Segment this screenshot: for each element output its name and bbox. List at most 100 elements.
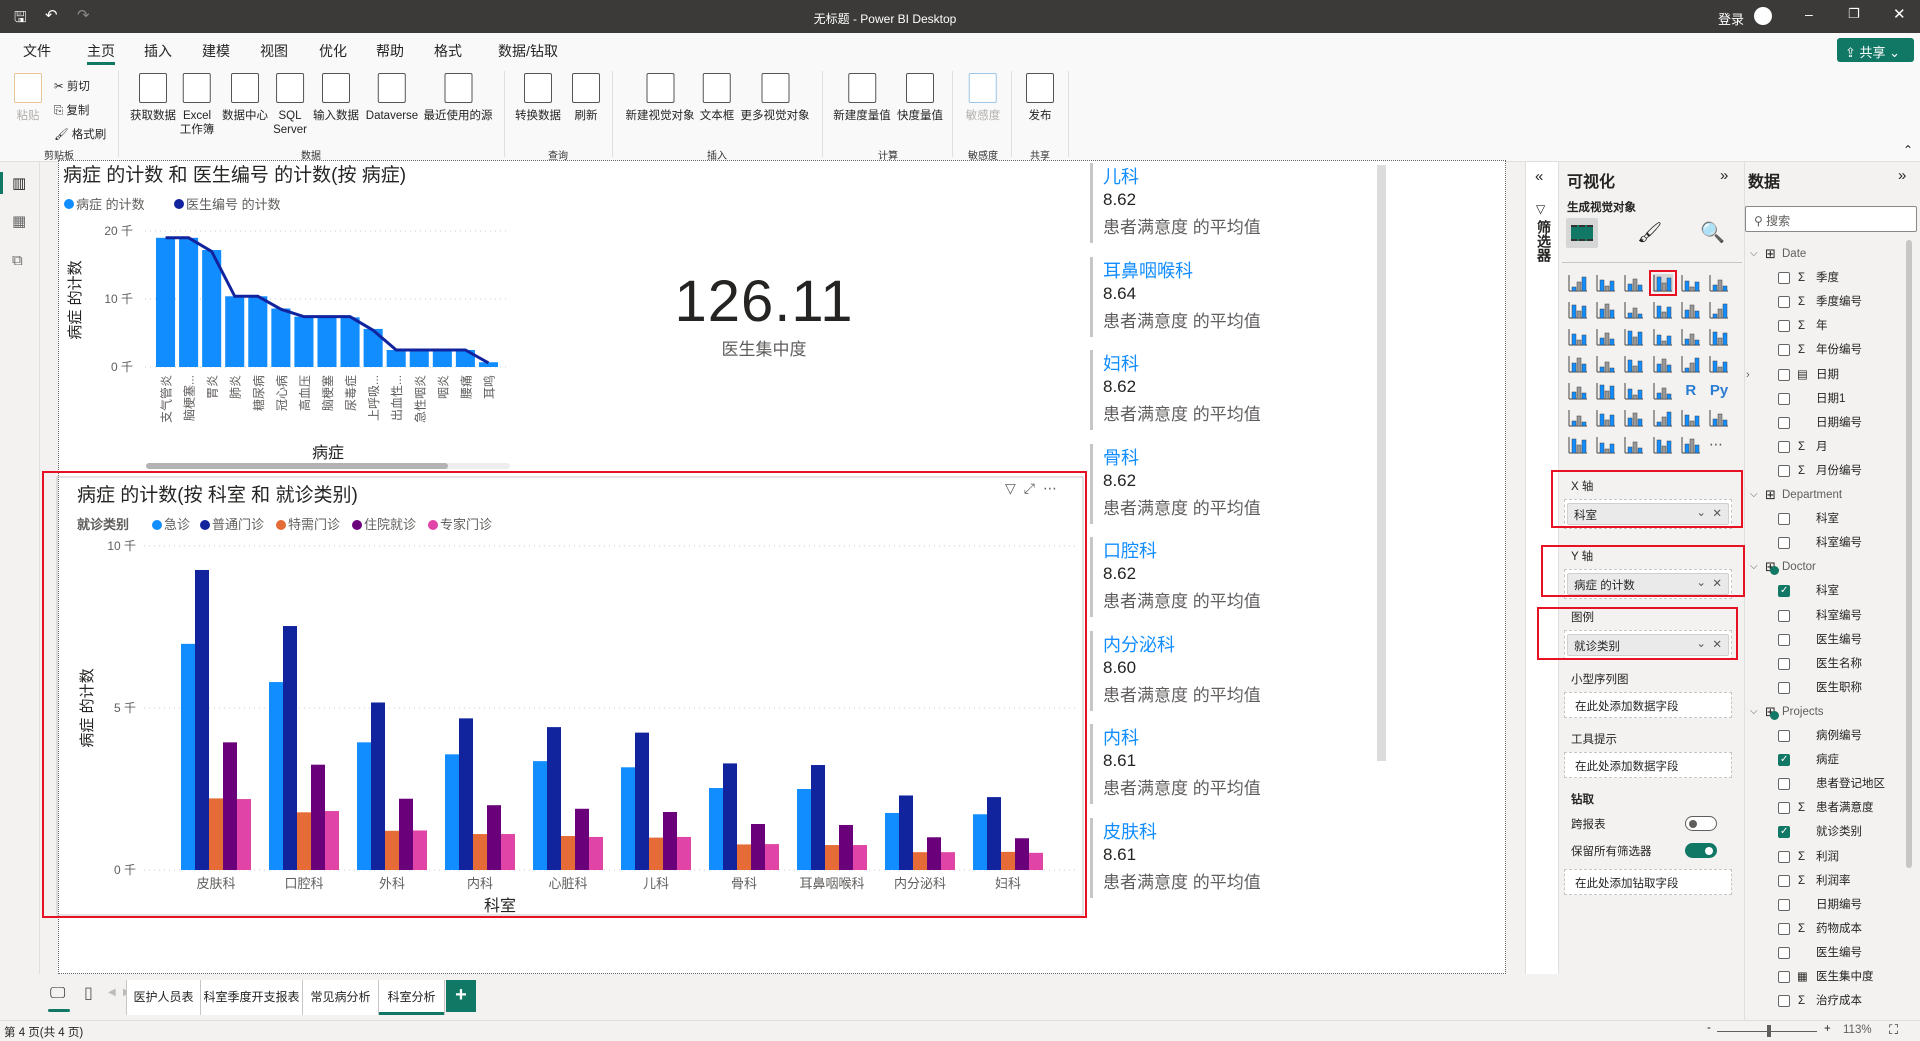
card-row[interactable]: 内科 8.61 患者满意度 的平均值 (1090, 724, 1380, 804)
bar[interactable] (533, 761, 547, 870)
signin-link[interactable]: 登录 (1718, 9, 1744, 28)
menu-tab[interactable]: 文件 (23, 41, 51, 61)
card-row[interactable]: 耳鼻咽喉科 8.64 患者满意度 的平均值 (1090, 256, 1380, 337)
field-item[interactable]: Σ 治疗成本 (1748, 991, 1906, 1011)
field-item[interactable]: Σ 季度编号 (1748, 292, 1906, 312)
field-checkbox[interactable] (1778, 681, 1790, 694)
page-tab[interactable]: 科室季度开支报表 (201, 980, 303, 1015)
format-visual-icon[interactable]: 🖌 (1637, 220, 1662, 245)
table-node[interactable]: ⌵ ⊞ Department (1748, 485, 1906, 505)
table-node[interactable]: ⌵⊞Doctor (1748, 557, 1906, 577)
ribbon-button[interactable]: 新建度量值 (833, 73, 891, 123)
field-checkbox[interactable] (1778, 802, 1790, 815)
bar[interactable] (473, 834, 487, 870)
field-checkbox[interactable] (1778, 320, 1790, 333)
build-visual-tab[interactable] (1566, 218, 1598, 248)
multi-row-card-icon[interactable] (1709, 355, 1729, 373)
bar[interactable] (371, 702, 385, 870)
bar[interactable] (445, 754, 459, 870)
ribbon-button[interactable]: 快度量值 (897, 73, 943, 123)
menu-tab[interactable]: 帮助 (376, 41, 404, 61)
table-icon[interactable] (1624, 382, 1644, 400)
card-row[interactable]: 皮肤科 8.61 患者满意度 的平均值 (1090, 817, 1380, 898)
bar[interactable] (1001, 851, 1015, 870)
add-page-button[interactable]: + (446, 980, 476, 1012)
bar[interactable] (325, 811, 339, 870)
field-checkbox[interactable] (1778, 946, 1790, 959)
field-checkbox[interactable] (1778, 822, 1790, 842)
menu-tab[interactable]: 主页 (87, 41, 115, 65)
bar[interactable] (248, 296, 268, 367)
field-item[interactable]: 病例编号 (1748, 726, 1906, 746)
field-item[interactable]: 科室 (1748, 509, 1906, 529)
field-checkbox[interactable] (1778, 850, 1790, 863)
ribbon-button[interactable]: 输入数据 (313, 73, 359, 123)
bar[interactable] (311, 764, 325, 870)
data-pane-scrollbar[interactable] (1906, 240, 1912, 868)
more-icon[interactable]: ⋯ (1709, 436, 1729, 454)
waterfall-chart-icon[interactable] (1568, 328, 1588, 346)
bar[interactable] (409, 350, 429, 367)
bar[interactable] (225, 296, 245, 367)
zoom-out-button[interactable]: - (1707, 1022, 1711, 1034)
expand-filters-icon[interactable]: « (1535, 168, 1543, 185)
legend-item[interactable]: 住院就诊 (364, 517, 416, 532)
ribbon-button[interactable]: 最近使用的源 (424, 73, 493, 123)
restore-icon[interactable]: ❐ (1848, 6, 1860, 22)
bar[interactable] (237, 799, 251, 870)
field-checkbox[interactable] (1778, 537, 1790, 550)
gauge-icon[interactable] (1653, 355, 1673, 373)
field-item[interactable]: 病症 (1748, 750, 1906, 770)
bar[interactable] (223, 742, 237, 870)
cut-button[interactable]: ✂ 剪切 (54, 75, 106, 99)
smart-narrative-icon[interactable] (1653, 409, 1673, 427)
field-item[interactable]: 医生职称 (1748, 678, 1906, 698)
report-view-icon[interactable]: ▥ (12, 174, 26, 192)
small-multiples-well[interactable]: 在此处添加数据字段 (1564, 692, 1732, 718)
map-icon[interactable] (1568, 355, 1588, 373)
bar[interactable] (459, 718, 473, 870)
paginated-report-icon[interactable] (1709, 409, 1729, 427)
bar[interactable] (195, 569, 209, 870)
ribbon-button[interactable]: 更多视觉对象 (741, 73, 810, 123)
field-checkbox[interactable] (1778, 440, 1790, 453)
field-item[interactable]: Σ 患者满意度 (1748, 798, 1906, 818)
bar[interactable] (561, 835, 575, 870)
legend-item[interactable]: 病症 的计数 (76, 197, 145, 212)
bar[interactable] (635, 732, 649, 870)
bar[interactable] (621, 767, 635, 870)
zoom-slider-thumb[interactable] (1767, 1025, 1772, 1037)
bar[interactable] (839, 824, 853, 870)
bar[interactable] (1015, 838, 1029, 870)
bar[interactable] (973, 814, 987, 870)
page-tab[interactable]: 医护人员表 (126, 980, 201, 1015)
collapse-viz-icon[interactable]: » (1720, 167, 1728, 184)
page-tab[interactable]: 科室分析 (379, 980, 445, 1015)
bar[interactable] (751, 823, 765, 870)
share-button[interactable]: ⇪ 共享 ⌄ (1837, 38, 1914, 62)
filter-icon[interactable]: ▽ (1005, 480, 1024, 496)
minimize-icon[interactable]: – (1805, 6, 1813, 22)
field-checkbox[interactable] (1778, 995, 1790, 1008)
desktop-layout-icon[interactable]: 🖵 (50, 985, 65, 1003)
power-automate-2-icon[interactable] (1681, 436, 1701, 454)
chevron-down-icon[interactable]: ⌵ (1750, 244, 1758, 264)
power-automate-icon[interactable] (1596, 436, 1616, 454)
table-view-icon[interactable]: ▦ (12, 212, 26, 230)
bar[interactable] (209, 798, 223, 870)
field-item[interactable]: 就诊类别 (1748, 822, 1906, 842)
menu-tab[interactable]: 插入 (144, 41, 172, 61)
chevron-down-icon[interactable]: ⌵ (1750, 557, 1758, 577)
clustered-column-chart-icon[interactable] (1648, 270, 1677, 296)
kpi-icon[interactable] (1568, 382, 1588, 400)
field-item[interactable]: Σ 药物成本 (1748, 919, 1906, 939)
qa-icon[interactable] (1624, 409, 1644, 427)
line-clustered-column-chart-icon[interactable] (1681, 301, 1701, 319)
paste-button[interactable]: 粘贴 (14, 73, 42, 123)
ribbon-button[interactable]: 敏感度 (966, 73, 1000, 123)
area-chart-icon[interactable] (1596, 301, 1616, 319)
bar[interactable] (899, 795, 913, 870)
close-icon[interactable]: ✕ (1893, 5, 1906, 23)
field-checkbox[interactable] (1778, 296, 1790, 309)
field-checkbox[interactable] (1778, 513, 1790, 526)
